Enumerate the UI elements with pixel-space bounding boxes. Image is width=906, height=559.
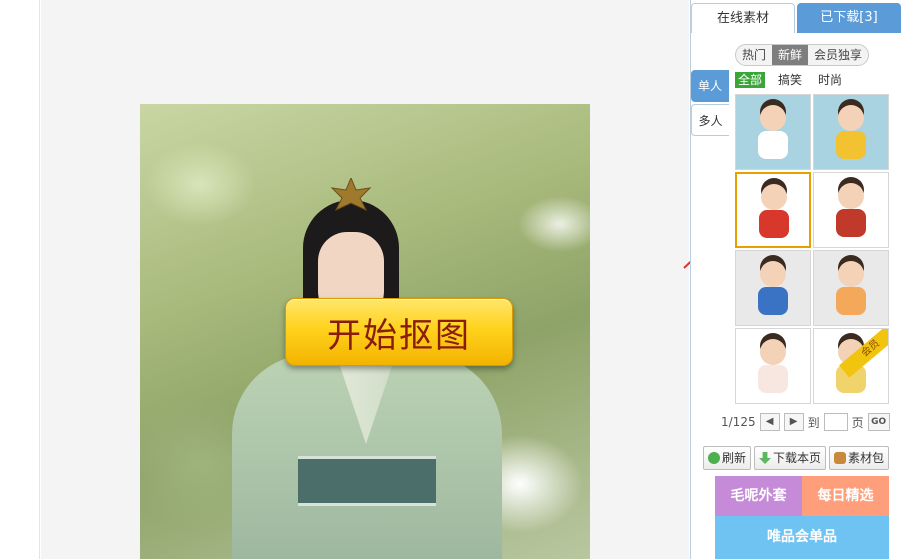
download-page-label: 下载本页 xyxy=(773,451,822,465)
material-thumb[interactable] xyxy=(813,250,889,326)
download-page-button[interactable]: 下载本页 xyxy=(754,446,827,470)
material-thumb[interactable] xyxy=(735,94,811,170)
material-pack-label: 素材包 xyxy=(848,451,885,465)
left-gutter xyxy=(0,0,40,559)
page-number-input[interactable] xyxy=(823,413,848,431)
dress-icon xyxy=(758,287,788,315)
download-icon xyxy=(759,452,772,464)
action-bar: 刷新 下载本页 素材包 xyxy=(703,446,890,470)
promo-wool-coat[interactable]: 毛呢外套 xyxy=(715,476,802,516)
prev-page-button[interactable]: ◀ xyxy=(759,413,780,431)
material-thumb-vip[interactable]: 会员 xyxy=(813,328,889,404)
balloons-icon xyxy=(836,287,866,315)
filter-all[interactable]: 全部 xyxy=(735,72,766,88)
filter-fashion[interactable]: 时尚 xyxy=(815,72,845,88)
material-thumb-selected[interactable] xyxy=(735,172,811,248)
material-thumb[interactable] xyxy=(735,328,811,404)
angel-wings-icon xyxy=(758,131,788,159)
promo-daily-picks[interactable]: 每日精选 xyxy=(802,476,889,516)
headpiece-icon xyxy=(330,178,372,212)
goto-label: 到 xyxy=(807,415,820,430)
category-filters: 全部 搞笑 时尚 xyxy=(735,72,845,88)
girl-face-icon xyxy=(838,183,864,209)
sort-switch: 热门 新鲜 会员独享 xyxy=(735,44,870,66)
girl-face-icon xyxy=(760,261,786,287)
material-grid: 会员 xyxy=(735,94,891,404)
panel-tabs: 在线素材 已下载[3] xyxy=(691,3,905,33)
tab-online-material[interactable]: 在线素材 xyxy=(691,3,795,33)
refresh-label: 刷新 xyxy=(722,451,747,465)
costume-icon xyxy=(836,131,866,159)
refresh-icon xyxy=(708,452,720,464)
tab-downloaded[interactable]: 已下载[3] xyxy=(797,3,901,33)
material-thumb[interactable] xyxy=(813,172,889,248)
material-pack-button[interactable]: 素材包 xyxy=(829,446,890,470)
girl-face-icon xyxy=(760,339,786,365)
promo-vip-items[interactable]: 唯品会单品 xyxy=(715,516,889,559)
go-button[interactable]: GO xyxy=(867,413,890,431)
dress-icon xyxy=(758,365,788,393)
side-tab-multi[interactable]: 多人 xyxy=(691,104,729,136)
promo-banners: 毛呢外套 每日精选 xyxy=(715,476,889,516)
material-panel: 在线素材 已下载[3] 热门 新鲜 会员独享 单人 多人 全部 搞笑 时尚 会员… xyxy=(690,0,906,559)
pager: 1/125 ◀ ▶ 到 页 GO xyxy=(721,413,890,431)
photo-belt xyxy=(298,456,436,506)
side-tab-single[interactable]: 单人 xyxy=(691,70,729,102)
girl-face-icon xyxy=(838,261,864,287)
start-cutout-button[interactable]: 开始抠图 xyxy=(285,298,513,366)
page-label: 页 xyxy=(851,415,864,430)
filter-funny[interactable]: 搞笑 xyxy=(775,72,805,88)
costume-icon xyxy=(836,209,866,237)
sort-hot[interactable]: 热门 xyxy=(736,45,772,65)
baby-face-icon xyxy=(838,105,864,131)
side-tabs: 单人 多人 xyxy=(691,70,729,136)
baby-face-icon xyxy=(761,184,787,210)
sort-vip[interactable]: 会员独享 xyxy=(808,45,868,65)
sort-new[interactable]: 新鲜 xyxy=(772,45,809,65)
refresh-button[interactable]: 刷新 xyxy=(703,446,752,470)
package-icon xyxy=(834,452,847,464)
material-thumb[interactable] xyxy=(813,94,889,170)
costume-icon xyxy=(759,210,789,238)
page-indicator: 1/125 xyxy=(721,415,756,429)
baby-face-icon xyxy=(760,105,786,131)
material-thumb[interactable] xyxy=(735,250,811,326)
next-page-button[interactable]: ▶ xyxy=(783,413,804,431)
